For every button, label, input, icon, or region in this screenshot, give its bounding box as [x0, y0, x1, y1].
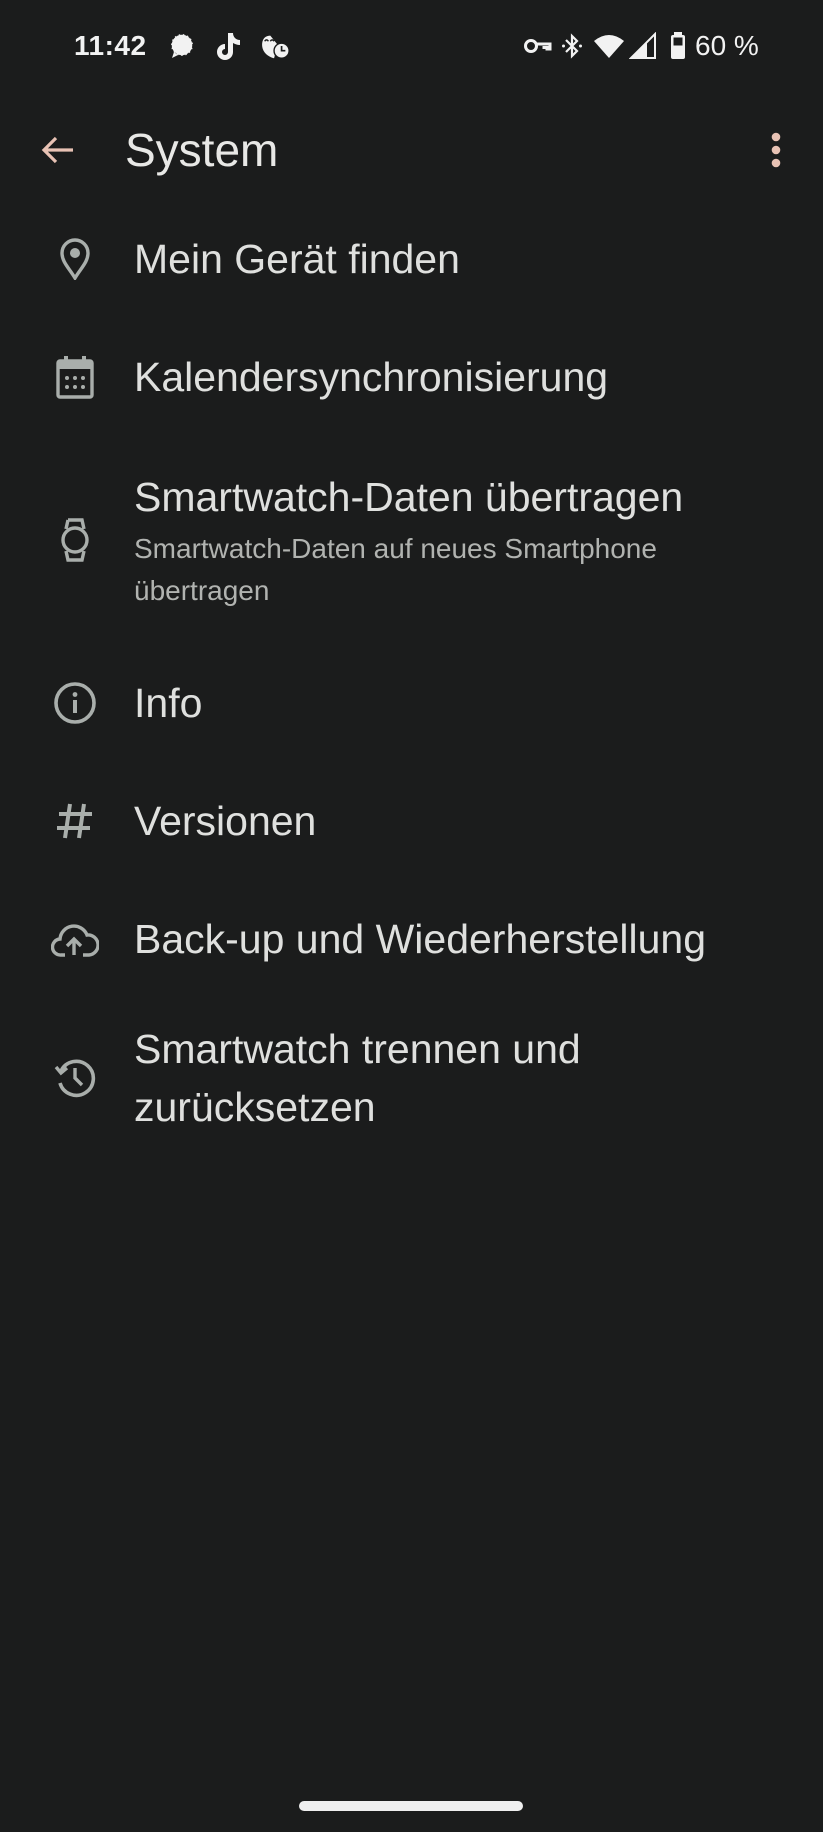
screen: 11:42 60 % System Mein Gerät finden Kale… [0, 0, 823, 1832]
list-item-find-device[interactable]: Mein Gerät finden [0, 200, 823, 318]
list-item-calendar-sync[interactable]: Kalendersynchronisierung [0, 318, 823, 436]
status-time: 11:42 [74, 30, 147, 61]
tiktok-icon [212, 30, 244, 62]
bluetooth-icon [556, 30, 588, 62]
item-title: Back-up und Wiederherstellung [134, 916, 707, 962]
app-bar: System [0, 100, 823, 200]
wifi-icon [593, 30, 625, 62]
cellular-signal-icon [627, 30, 659, 62]
info-icon [51, 679, 99, 727]
back-button[interactable] [30, 122, 86, 178]
cloud-upload-icon [51, 915, 99, 963]
item-title: Info [134, 680, 203, 726]
settings-list: Mein Gerät finden Kalendersynchronisieru… [0, 200, 823, 1158]
status-bar: 11:42 60 % [0, 0, 823, 96]
item-title: Smartwatch-Daten übertragen [134, 474, 684, 520]
item-title: Versionen [134, 798, 317, 844]
arrow-back-icon [41, 136, 73, 164]
history-icon [51, 1054, 99, 1102]
list-item-disconnect-reset[interactable]: Smartwatch trennen und zurücksetzen [0, 998, 823, 1158]
list-item-info[interactable]: Info [0, 644, 823, 762]
home-gesture-bar[interactable] [299, 1801, 523, 1811]
list-item-versions[interactable]: Versionen [0, 762, 823, 880]
page-title: System [125, 124, 279, 176]
calendar-icon [51, 353, 99, 401]
sleep-clock-icon [259, 30, 291, 62]
list-item-transfer-watch-data[interactable]: Smartwatch-Daten übertragen Smartwatch-D… [0, 436, 823, 644]
list-item-backup-restore[interactable]: Back-up und Wiederherstellung [0, 880, 823, 998]
more-vert-icon [771, 132, 781, 168]
watch-icon [51, 516, 99, 564]
battery-percent: 60 % [695, 30, 759, 61]
item-title: Smartwatch trennen und zurücksetzen [134, 1026, 581, 1130]
more-options-button[interactable] [748, 122, 804, 178]
vpn-key-icon [522, 30, 554, 62]
item-subtitle: Smartwatch-Daten auf neues Smartphone üb… [134, 533, 657, 606]
battery-icon [662, 30, 694, 62]
item-title: Kalendersynchronisierung [134, 354, 609, 400]
item-title: Mein Gerät finden [134, 236, 460, 282]
hash-icon [51, 797, 99, 845]
signal-messenger-icon [166, 30, 198, 62]
location-pin-icon [51, 235, 99, 283]
